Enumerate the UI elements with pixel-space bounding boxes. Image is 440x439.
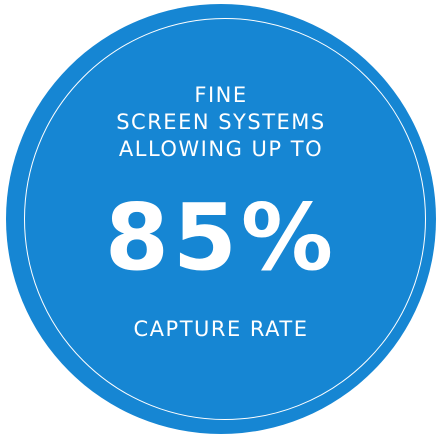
headline-line-1: FINE <box>194 83 248 107</box>
headline-line-3: ALLOWING UP TO <box>118 137 324 161</box>
caption-text: CAPTURE RATE <box>133 317 309 341</box>
headline-line-2: SCREEN SYSTEMS <box>116 110 326 134</box>
badge-headline: FINE SCREEN SYSTEMS ALLOWING UP TO <box>6 82 436 163</box>
badge-caption: CAPTURE RATE <box>6 316 436 343</box>
stage: FINE SCREEN SYSTEMS ALLOWING UP TO 85% C… <box>0 0 440 439</box>
badge-value: 85% <box>104 184 338 291</box>
